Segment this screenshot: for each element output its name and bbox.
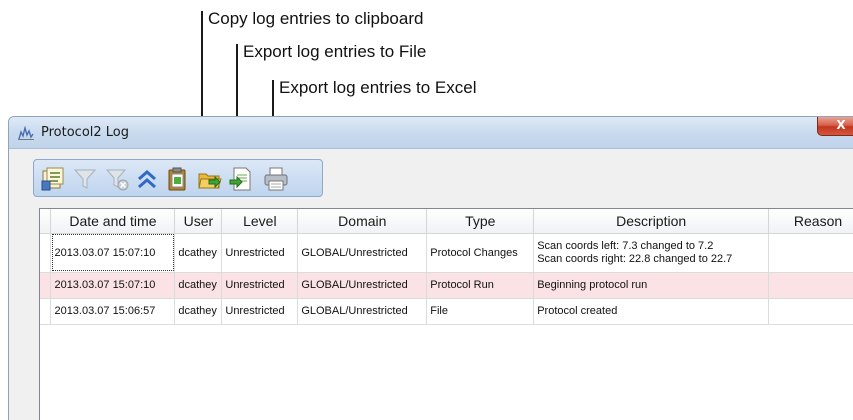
cell-domain[interactable]: GLOBAL/Unrestricted bbox=[297, 298, 428, 325]
column-header-type[interactable]: Type bbox=[426, 209, 535, 234]
export-file-icon[interactable] bbox=[197, 166, 223, 192]
table-row-selected[interactable]: 2013.03.07 15:07:10 dcathey Unrestricted… bbox=[40, 272, 853, 299]
columns-icon[interactable] bbox=[40, 166, 66, 192]
cell-level[interactable]: Unrestricted bbox=[221, 298, 299, 325]
row-selector[interactable] bbox=[40, 298, 52, 325]
column-header-reason[interactable]: Reason bbox=[768, 209, 853, 234]
callout-copy-label: Copy log entries to clipboard bbox=[208, 9, 424, 28]
column-header-level[interactable]: Level bbox=[221, 209, 299, 234]
log-window: Protocol2 Log X Date and time User Level… bbox=[8, 116, 853, 420]
column-header-domain[interactable]: Domain bbox=[297, 209, 428, 234]
description-line: Scan coords right: 22.8 changed to 22.7 bbox=[537, 252, 733, 265]
row-header-corner bbox=[40, 209, 52, 234]
cell-user[interactable]: dcathey bbox=[174, 233, 223, 273]
description-line: Scan coords left: 7.3 changed to 7.2 bbox=[537, 239, 714, 252]
cell-level[interactable]: Unrestricted bbox=[221, 272, 299, 299]
cell-reason[interactable] bbox=[768, 272, 853, 299]
toolbar bbox=[33, 159, 323, 197]
cell-user[interactable]: dcathey bbox=[174, 272, 223, 299]
cell-date[interactable]: 2013.03.07 15:07:10 bbox=[50, 233, 176, 273]
export-excel-icon[interactable] bbox=[228, 166, 254, 192]
cell-description[interactable]: Protocol created bbox=[533, 298, 770, 325]
cell-description[interactable]: Scan coords left: 7.3 changed to 7.2 Sca… bbox=[533, 233, 770, 273]
cell-user[interactable]: dcathey bbox=[174, 298, 223, 325]
row-selector[interactable] bbox=[40, 233, 52, 273]
cell-description[interactable]: Beginning protocol run bbox=[533, 272, 770, 299]
print-icon[interactable] bbox=[263, 166, 289, 192]
cell-type[interactable]: Protocol Changes bbox=[426, 233, 535, 273]
cell-domain[interactable]: GLOBAL/Unrestricted bbox=[297, 272, 428, 299]
cell-date[interactable]: 2013.03.07 15:07:10 bbox=[50, 272, 176, 299]
title-bar[interactable]: Protocol2 Log X bbox=[9, 117, 853, 149]
column-header-user[interactable]: User bbox=[174, 209, 223, 234]
copy-clipboard-icon[interactable] bbox=[164, 166, 190, 192]
log-grid[interactable]: Date and time User Level Domain Type Des… bbox=[39, 208, 853, 420]
callout-export-excel-label: Export log entries to Excel bbox=[279, 78, 477, 97]
column-header-date[interactable]: Date and time bbox=[50, 209, 176, 234]
app-chart-icon bbox=[18, 125, 34, 140]
table-row[interactable]: 2013.03.07 15:07:10 dcathey Unrestricted… bbox=[40, 233, 853, 273]
cell-type[interactable]: File bbox=[426, 298, 535, 325]
cell-level[interactable]: Unrestricted bbox=[221, 233, 299, 273]
window-title: Protocol2 Log bbox=[41, 125, 130, 140]
filter-icon[interactable] bbox=[72, 166, 98, 192]
table-row[interactable]: 2013.03.07 15:06:57 dcathey Unrestricted… bbox=[40, 298, 853, 325]
collapse-icon[interactable] bbox=[134, 166, 160, 192]
clear-filter-icon[interactable] bbox=[104, 166, 130, 192]
callout-export-file-label: Export log entries to File bbox=[243, 42, 427, 61]
cell-type[interactable]: Protocol Run bbox=[426, 272, 535, 299]
log-table: Date and time User Level Domain Type Des… bbox=[40, 209, 853, 325]
cell-reason[interactable] bbox=[768, 298, 853, 325]
cell-date[interactable]: 2013.03.07 15:06:57 bbox=[50, 298, 176, 325]
close-button[interactable]: X bbox=[817, 117, 853, 136]
header-row: Date and time User Level Domain Type Des… bbox=[40, 209, 853, 234]
row-selector[interactable] bbox=[40, 272, 52, 299]
column-header-description[interactable]: Description bbox=[533, 209, 770, 234]
cell-reason[interactable] bbox=[768, 233, 853, 273]
cell-domain[interactable]: GLOBAL/Unrestricted bbox=[297, 233, 428, 273]
